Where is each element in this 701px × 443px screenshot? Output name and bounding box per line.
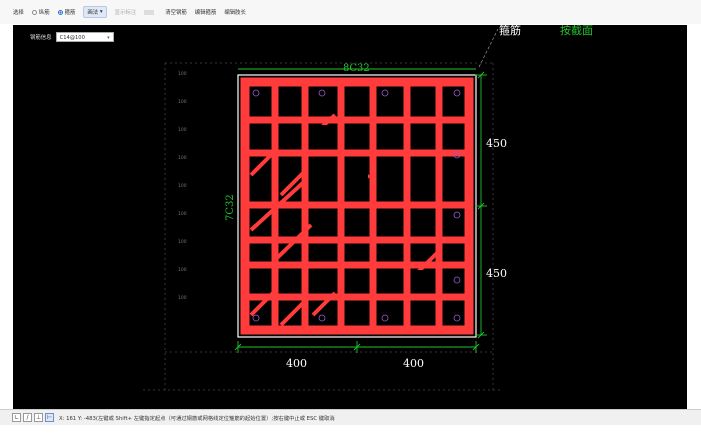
drawing-canvas[interactable]: 钢筋信息 C14@100 ▾ 100 100 100 100 100 100 10… <box>13 25 687 409</box>
tick-label: 100 <box>178 155 187 161</box>
callout-stirrup: 箍筋 <box>499 25 521 37</box>
tick-label: 100 <box>178 211 187 217</box>
edit-stirrup-label: 编辑箍筋 <box>194 10 217 16</box>
tick-label: 100 <box>178 239 187 245</box>
grid-lines <box>143 62 503 391</box>
clear-rebar-label: 清空钢筋 <box>165 10 187 16</box>
dim-bottom-right: 400 <box>403 357 424 370</box>
radio-icon <box>31 9 37 15</box>
toolbar: 选择 纵筋 箍筋 画法 ▾ 显示标注 清空钢筋 编辑箍筋 编辑肢长 <box>0 0 701 24</box>
dim-bottom-left: 400 <box>286 357 307 370</box>
top-rebar-label: 8C32 <box>343 63 370 74</box>
perpendicular-icon[interactable]: ⊥ <box>34 413 43 422</box>
show-annotation-label: 显示标注 <box>114 10 137 16</box>
radio-stirrup-label: 箍筋 <box>64 10 76 16</box>
tick-label: 100 <box>178 183 187 189</box>
grid-ticks: 100 100 100 100 100 100 100 100 100 <box>178 71 187 301</box>
line-icon[interactable]: / <box>23 413 32 422</box>
dim-right-top: 450 <box>486 137 507 150</box>
window-bottom <box>0 425 701 443</box>
radio-checked-icon <box>57 9 63 15</box>
side-rebar-label: 7C32 <box>225 194 236 221</box>
show-annotation-button[interactable]: 显示标注 <box>115 8 137 16</box>
clear-rebar-button[interactable]: 清空钢筋 <box>165 8 187 16</box>
color-chip <box>144 9 157 15</box>
statusbar: ∟ / ⊥ ⊢ X: 161 Y: -483(左键或 Shift+ 左键指定起点… <box>0 409 701 425</box>
snap-icon[interactable]: ⊢ <box>45 413 54 422</box>
radio-stirrup[interactable]: 箍筋 <box>57 8 76 16</box>
tick-label: 100 <box>178 127 187 133</box>
radio-longitudinal[interactable]: 纵筋 <box>31 8 50 16</box>
chevron-down-icon: ▾ <box>98 9 103 15</box>
draw-mode-dropdown[interactable]: 画法 ▾ <box>83 6 107 18</box>
edit-stirrup-button[interactable]: 编辑箍筋 <box>195 8 217 16</box>
angle-icon[interactable]: ∟ <box>12 413 21 422</box>
select-label: 选择 <box>13 10 24 16</box>
callout: 箍筋 <box>478 25 521 68</box>
dim-right-bottom: 450 <box>486 267 507 280</box>
draw-mode-label: 画法 <box>87 10 99 16</box>
stirrup-mesh[interactable] <box>240 77 474 335</box>
tick-label: 100 <box>178 295 187 301</box>
tick-label: 100 <box>178 99 187 105</box>
edit-leg-label: 编辑肢长 <box>224 10 246 16</box>
chip-icon <box>144 9 155 15</box>
callout-section: 按截面 <box>560 25 593 37</box>
edit-leg-button[interactable]: 编辑肢长 <box>224 8 246 16</box>
select-tool[interactable]: 选择 <box>13 8 24 16</box>
tick-label: 100 <box>178 71 187 77</box>
status-text: X: 161 Y: -483(左键或 Shift+ 左键指定起点（可通过钢筋或网… <box>59 415 335 422</box>
tick-label: 100 <box>178 267 187 273</box>
radio-longitudinal-label: 纵筋 <box>38 10 50 16</box>
section-drawing: 100 100 100 100 100 100 100 100 100 450 … <box>143 25 593 391</box>
